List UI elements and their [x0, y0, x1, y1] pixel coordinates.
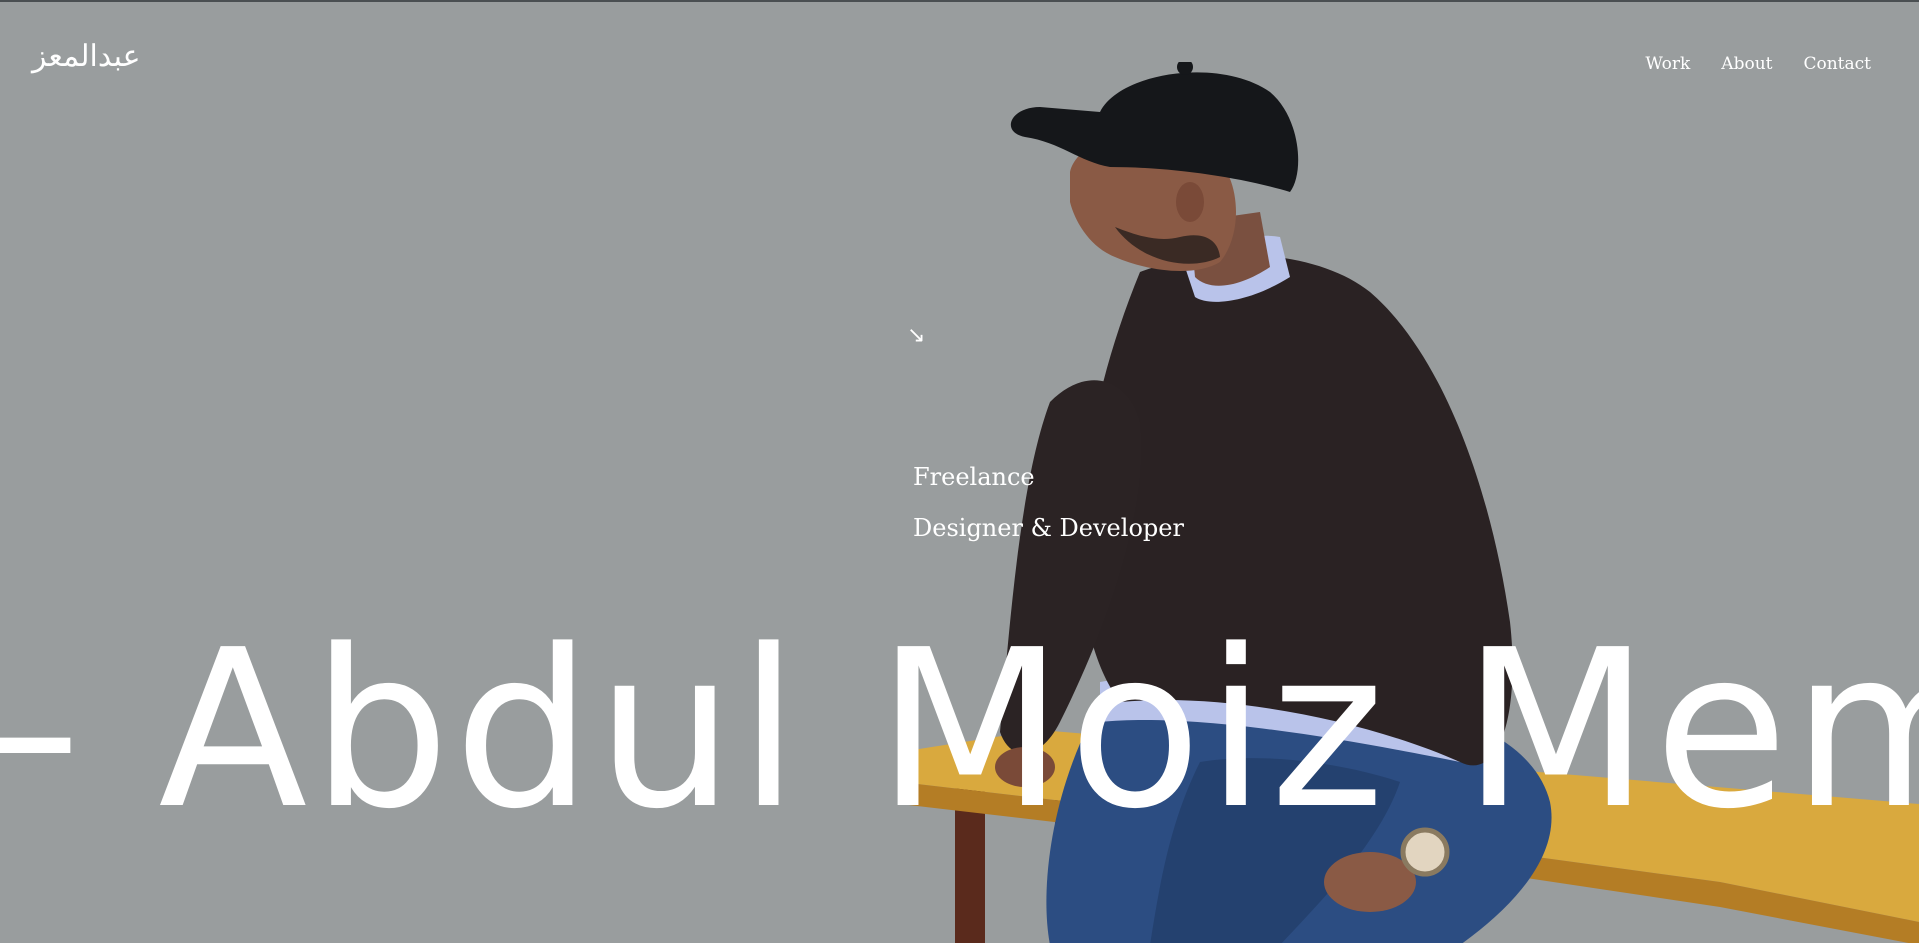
main-nav: Work About Contact	[1645, 54, 1871, 74]
hero-page: عبدالمعز Work About Contact ↘ Freelance …	[0, 0, 1919, 943]
role-description: Freelance Designer & Developer	[913, 452, 1184, 554]
nav-link-contact[interactable]: Contact	[1803, 54, 1871, 74]
arrow-down-right-icon: ↘	[907, 323, 926, 348]
logo[interactable]: عبدالمعز	[32, 42, 141, 72]
role-line-designer-developer: Designer & Developer	[913, 514, 1184, 542]
name-marquee: – Abdul Moiz Memon	[0, 604, 1919, 857]
role-line-freelance: Freelance	[913, 463, 1035, 491]
nav-link-about[interactable]: About	[1721, 54, 1772, 74]
hand	[1324, 852, 1416, 912]
ear	[1176, 182, 1204, 222]
nav-link-work[interactable]: Work	[1645, 54, 1690, 74]
